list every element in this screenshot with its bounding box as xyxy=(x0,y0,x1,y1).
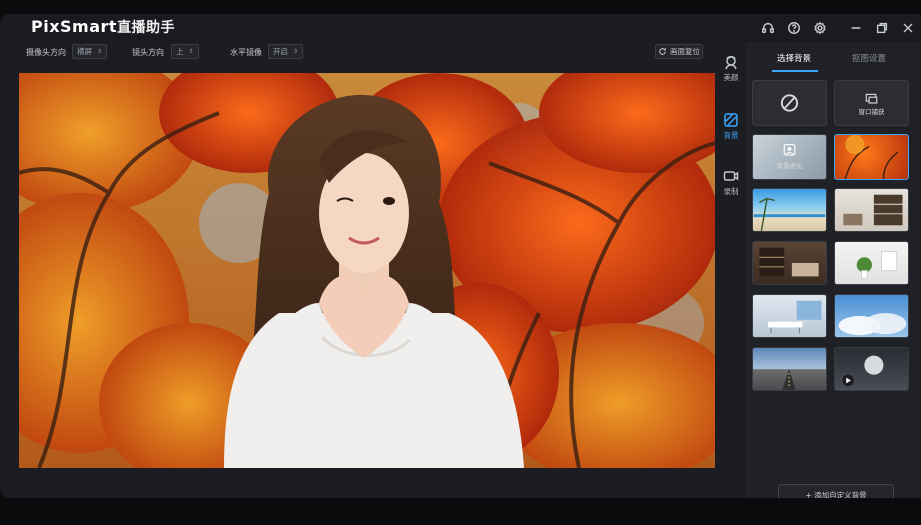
tile-background-blur[interactable]: 背景虚化 xyxy=(752,134,827,180)
face-beauty-icon xyxy=(725,56,737,70)
minimize-icon[interactable] xyxy=(845,17,867,39)
autumn-thumbnail xyxy=(844,135,899,179)
camera-direction-select[interactable]: 横屏 ⇕ xyxy=(72,44,108,59)
library-thumbnail xyxy=(759,247,819,277)
tile-library[interactable] xyxy=(752,241,827,285)
mirror-value: 开启 xyxy=(273,47,288,56)
tab-underline xyxy=(772,70,818,72)
nav-item-label: 美颜 xyxy=(723,73,739,82)
tile-office[interactable] xyxy=(752,294,827,338)
close-icon[interactable] xyxy=(897,17,919,39)
background-icon xyxy=(724,113,738,127)
moon-thumbnail xyxy=(842,355,884,387)
tile-study-room[interactable] xyxy=(834,188,909,232)
none-icon xyxy=(780,94,799,112)
app-name-latin: PixSmart xyxy=(31,17,118,36)
tile-white-room[interactable] xyxy=(834,241,909,285)
panel-tabs: 选择背景 抠图设置 xyxy=(746,42,921,74)
tile-window-capture[interactable]: 窗口捕获 xyxy=(834,80,909,126)
lens-direction-select[interactable]: 上 ⇕ xyxy=(171,44,199,59)
tile-beach[interactable] xyxy=(752,188,827,232)
window-capture-label: 窗口捕获 xyxy=(858,108,885,116)
title-bar: PixSmart直播助手 xyxy=(0,14,921,42)
add-custom-background-button[interactable]: + 添加自定义背景 xyxy=(778,484,894,498)
app-name-cn: 直播助手 xyxy=(117,20,176,36)
study-room-thumbnail xyxy=(843,194,903,226)
tab-matting-settings[interactable]: 抠图设置 xyxy=(852,52,886,64)
background-panel: 选择背景 抠图设置 窗口捕获 背景虚化 + 添加自定义背景 xyxy=(746,42,921,498)
app-window: PixSmart直播助手 摄像头方向 横屏 ⇕ 镜头方向 上 ⇕ 水平镜像 开启… xyxy=(0,14,921,498)
tab-select-background[interactable]: 选择背景 xyxy=(777,52,811,64)
nav-item-beauty[interactable]: 美颜 xyxy=(716,54,746,83)
app-logo: PixSmart直播助手 xyxy=(31,17,175,37)
mirror-label: 水平镜像 xyxy=(230,48,262,57)
reset-view-label: 画面复位 xyxy=(670,47,700,56)
chevron-updown-icon: ⇕ xyxy=(188,48,194,55)
background-blur-label: 背景虚化 xyxy=(776,162,803,170)
window-controls xyxy=(755,14,921,42)
record-icon xyxy=(723,171,739,181)
headset-icon[interactable] xyxy=(757,17,779,39)
reset-view-button[interactable]: 画面复位 xyxy=(655,44,703,59)
camera-direction-label: 摄像头方向 xyxy=(26,48,66,57)
lens-direction-value: 上 xyxy=(176,47,184,56)
window-capture-icon xyxy=(865,93,878,104)
tile-moon-video[interactable] xyxy=(834,347,909,391)
white-room-thumbnail xyxy=(856,251,898,279)
tile-autumn-trees[interactable] xyxy=(834,134,909,180)
chevron-updown-icon: ⇕ xyxy=(97,48,103,55)
help-icon[interactable] xyxy=(783,17,805,39)
clouds-thumbnail xyxy=(838,313,907,336)
tile-road[interactable] xyxy=(752,347,827,391)
nav-item-label: 录制 xyxy=(723,187,739,196)
blur-person-icon xyxy=(783,143,796,156)
mirror-select[interactable]: 开启 ⇕ xyxy=(268,44,304,59)
camera-direction-value: 横屏 xyxy=(77,47,92,56)
nav-item-background[interactable]: 背景 xyxy=(716,112,746,141)
preview-toolbar: 摄像头方向 横屏 ⇕ 镜头方向 上 ⇕ 水平镜像 开启 ⇕ 画面复位 xyxy=(0,42,720,64)
lens-direction-label: 镜头方向 xyxy=(132,48,164,57)
nav-item-label: 背景 xyxy=(723,131,739,140)
nav-item-record[interactable]: 录制 xyxy=(716,168,746,197)
road-thumbnail xyxy=(782,369,796,390)
restore-icon[interactable] xyxy=(871,17,893,39)
camera-preview xyxy=(19,73,715,468)
settings-icon[interactable] xyxy=(809,17,831,39)
office-thumbnail xyxy=(768,300,822,334)
preview-image xyxy=(19,73,715,468)
refresh-icon xyxy=(659,48,666,55)
tile-no-background[interactable] xyxy=(752,80,827,126)
chevron-updown-icon: ⇕ xyxy=(293,48,299,55)
tile-clouds[interactable] xyxy=(834,294,909,338)
side-nav: 美颜 背景 录制 xyxy=(716,50,746,498)
beach-thumbnail xyxy=(753,197,826,231)
